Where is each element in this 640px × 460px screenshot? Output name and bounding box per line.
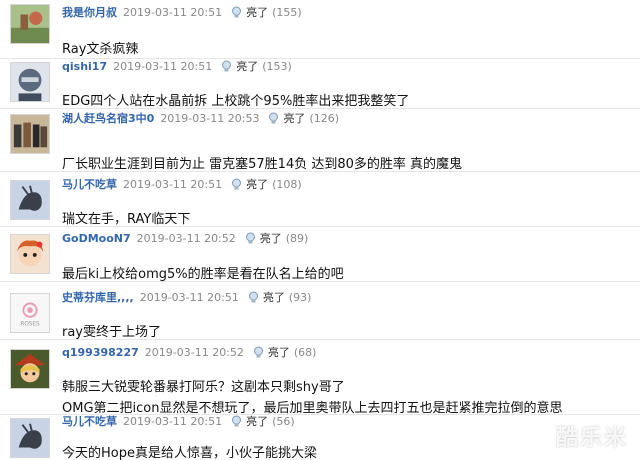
username-link[interactable]: 马儿不吃草 (62, 413, 117, 429)
avatar[interactable] (10, 349, 50, 389)
lightbulb-icon[interactable] (247, 291, 260, 304)
timestamp: 2019-03-11 20:51 (123, 5, 223, 19)
like-count: (68) (293, 345, 317, 359)
comment-text: 今天的Hope真是给人惊喜，小伙子能挑大梁 (62, 446, 317, 460)
comment-text: 最后ki上校给omg5%的胜率是看在队名上给的吧 (62, 267, 344, 282)
username-link[interactable]: qishi17 (62, 60, 107, 73)
divider (0, 171, 640, 172)
avatar[interactable] (10, 180, 50, 220)
comment-meta: 马儿不吃草 2019-03-11 20:51 亮了 (56) (62, 412, 295, 430)
lightbulb-icon[interactable] (230, 415, 243, 428)
timestamp: 2019-03-11 20:51 (123, 177, 223, 191)
avatar[interactable] (10, 418, 50, 458)
username-link[interactable]: 湖人赶鸟名宿3中0 (62, 110, 154, 126)
username-link[interactable]: q199398227 (62, 346, 139, 359)
like-button[interactable]: 亮了 (263, 289, 285, 305)
comment-meta: qishi17 2019-03-11 20:51 亮了 (153) (62, 57, 292, 75)
username-link[interactable]: GoDMooN7 (62, 232, 131, 245)
like-button[interactable]: 亮了 (268, 344, 290, 360)
comment-meta: q199398227 2019-03-11 20:52 亮了 (68) (62, 343, 316, 361)
timestamp: 2019-03-11 20:51 (123, 414, 223, 428)
comment-text: 厂长职业生涯到目前为止 雷克塞57胜14负 达到80多的胜率 真的魔鬼 (62, 157, 463, 172)
like-count: (153) (262, 59, 292, 73)
comment-meta: GoDMooN7 2019-03-11 20:52 亮了 (89) (62, 229, 308, 247)
comment-text: Ray文杀疯辣 (62, 42, 139, 57)
comment-text: 韩服三大锐雯轮番暴打阿乐？这剧本只剩shy哥了 (62, 380, 345, 395)
lightbulb-icon[interactable] (244, 232, 257, 245)
comment-text: EDG四个人站在水晶前拆 上校跳个95%胜率出来把我整笑了 (62, 94, 410, 109)
like-button[interactable]: 亮了 (246, 413, 268, 429)
avatar[interactable] (10, 4, 50, 44)
lightbulb-icon[interactable] (230, 178, 243, 191)
comment-text: 瑞文在手，RAY临天下 (62, 212, 191, 227)
watermark-logo: 酷乐米 (555, 426, 628, 451)
timestamp: 2019-03-11 20:51 (139, 290, 239, 304)
avatar[interactable] (10, 62, 50, 102)
username-link[interactable]: 马儿不吃草 (62, 176, 117, 192)
lightbulb-icon[interactable] (252, 346, 265, 359)
divider (0, 339, 640, 340)
lightbulb-icon[interactable] (230, 6, 243, 19)
comment-meta: 马儿不吃草 2019-03-11 20:51 亮了 (108) (62, 175, 302, 193)
avatar[interactable]: ROSES (10, 293, 50, 333)
username-link[interactable]: 我是你月叔 (62, 4, 117, 20)
timestamp: 2019-03-11 20:51 (113, 59, 213, 73)
like-count: (93) (288, 290, 312, 304)
timestamp: 2019-03-11 20:52 (136, 231, 236, 245)
like-count: (89) (285, 231, 309, 245)
timestamp: 2019-03-11 20:53 (160, 111, 260, 125)
like-button[interactable]: 亮了 (283, 110, 305, 126)
username-link[interactable]: 史蒂芬库里,,,, (62, 289, 134, 305)
like-count: (108) (272, 177, 302, 191)
like-button[interactable]: 亮了 (236, 58, 258, 74)
avatar[interactable] (10, 234, 50, 274)
divider (0, 281, 640, 282)
timestamp: 2019-03-11 20:52 (144, 345, 244, 359)
avatar-logo-text: ROSES (20, 321, 40, 327)
like-button[interactable]: 亮了 (246, 4, 268, 20)
avatar[interactable] (10, 114, 50, 154)
lightbulb-icon[interactable] (267, 112, 280, 125)
comment-text: ray雯终于上场了 (62, 325, 162, 340)
like-count: (56) (272, 414, 295, 428)
like-count: (126) (309, 111, 340, 125)
like-count: (155) (272, 5, 302, 19)
lightbulb-icon[interactable] (220, 60, 233, 73)
like-button[interactable]: 亮了 (260, 230, 282, 246)
comment-meta: 我是你月叔 2019-03-11 20:51 亮了 (155) (62, 3, 302, 21)
comment-meta: 史蒂芬库里,,,, 2019-03-11 20:51 亮了 (93) (62, 288, 311, 306)
comment-meta: 湖人赶鸟名宿3中0 2019-03-11 20:53 亮了 (126) (62, 109, 339, 127)
like-button[interactable]: 亮了 (246, 176, 268, 192)
divider (0, 226, 640, 227)
